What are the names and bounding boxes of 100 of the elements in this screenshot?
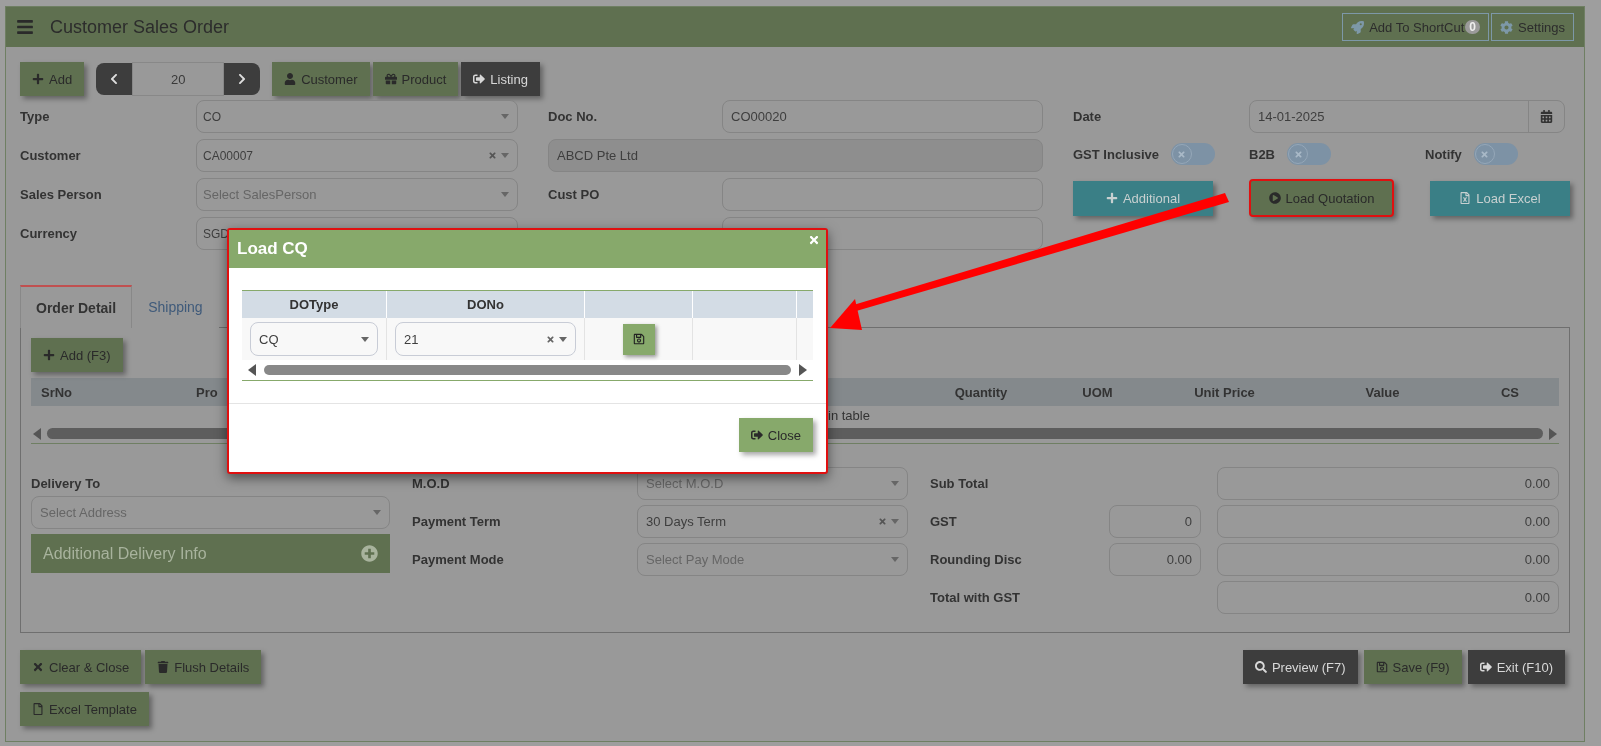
field-value: 0.00: [1523, 590, 1550, 605]
amount-field[interactable]: 0.00: [1217, 543, 1559, 576]
field-value: CO00020: [731, 109, 788, 124]
column-header: SrNo: [40, 384, 74, 400]
menu-icon[interactable]: [16, 18, 34, 36]
caret-icon: [891, 481, 899, 486]
sign-out-icon: [1479, 661, 1492, 673]
close-button[interactable]: Close: [738, 418, 813, 452]
field-label: Date: [1073, 109, 1103, 124]
field-value: 0: [1183, 514, 1192, 529]
caret-icon: [559, 336, 567, 342]
clear-icon[interactable]: [546, 334, 555, 344]
select-value: 30 Days Term: [646, 514, 727, 529]
bar-title: Additional Delivery Info: [43, 544, 207, 563]
add-to-shortcut-button[interactable]: Add To ShortCut 0: [1342, 13, 1489, 41]
field-label: Payment Term: [412, 514, 502, 529]
toggle-switch[interactable]: [1287, 143, 1331, 165]
sign-out-icon: [473, 73, 486, 85]
toolbar-button[interactable]: Customer: [272, 62, 370, 96]
toolbar-button[interactable]: Listing: [461, 62, 540, 96]
toggle-label: GST Inclusive: [1073, 146, 1159, 162]
field-label: Rounding Disc: [930, 552, 1023, 567]
column-header: UOM: [1081, 384, 1114, 400]
settings-icon: [1500, 20, 1513, 34]
x-icon: [1177, 149, 1187, 159]
select-value: 21: [404, 331, 420, 347]
clear-icon[interactable]: [878, 517, 887, 526]
text-field[interactable]: CO00020: [722, 100, 1043, 133]
field-value: 0.00: [1523, 514, 1550, 529]
tab[interactable]: Order Detail: [20, 285, 133, 328]
column-header: Value: [1364, 384, 1401, 400]
select-value: CA00007: [203, 148, 255, 163]
record-number-field[interactable]: 20: [132, 62, 225, 96]
footer-button[interactable]: Clear & Close: [20, 650, 142, 684]
rate-field[interactable]: 0.00: [1109, 543, 1201, 576]
search-icon: [1254, 661, 1267, 673]
toggle-switch[interactable]: [1171, 143, 1215, 165]
date-field[interactable]: 14-01-2025: [1249, 100, 1565, 133]
footer-button[interactable]: Save (F9): [1363, 650, 1462, 684]
select-field[interactable]: CA00007: [196, 139, 518, 172]
trash-icon: [157, 661, 170, 673]
toolbar-button[interactable]: Product: [372, 62, 459, 96]
footer-button[interactable]: Excel Template: [20, 692, 149, 726]
caret-icon: [891, 557, 899, 562]
clear-icon[interactable]: [488, 151, 497, 160]
field-label: Type: [20, 109, 51, 124]
caret-icon: [501, 153, 509, 158]
sign-out-icon: [750, 429, 763, 441]
field-label: Doc No.: [548, 109, 599, 124]
column-header: Quantity: [953, 384, 1009, 400]
amount-field[interactable]: 0.00: [1217, 581, 1559, 614]
additional-delivery-info-bar[interactable]: Additional Delivery Info: [31, 534, 390, 573]
footer-button[interactable]: Exit (F10): [1467, 650, 1565, 684]
field-label: Sales Person: [20, 187, 103, 202]
save-icon: [632, 333, 645, 345]
field-value: 0.00: [1165, 552, 1192, 567]
previous-button[interactable]: [96, 63, 133, 95]
date-value: 14-01-2025: [1258, 109, 1326, 124]
field-label: Delivery To: [31, 476, 102, 491]
excel-file-icon: [1459, 192, 1472, 204]
caret-icon: [373, 510, 381, 515]
caret-icon: [501, 192, 509, 197]
save-button[interactable]: [622, 323, 655, 355]
select-field[interactable]: 30 Days Term: [637, 505, 908, 538]
footer-button[interactable]: Preview (F7): [1242, 650, 1358, 684]
x-icon: [1480, 149, 1490, 159]
settings-button[interactable]: Settings: [1491, 13, 1574, 41]
field-label: M.O.D: [412, 476, 451, 491]
select-value: CO: [203, 109, 222, 124]
dialog-title: Load CQ: [237, 239, 308, 259]
select-field[interactable]: 21: [395, 322, 576, 356]
plus-icon: [1105, 192, 1118, 204]
action-button[interactable]: Load Quotation: [1249, 179, 1394, 217]
user-icon: [284, 73, 297, 85]
field-label: Total with GST: [930, 590, 1022, 605]
x-icon: [1293, 149, 1303, 159]
amount-field[interactable]: 0.00: [1217, 467, 1559, 500]
add-row-button[interactable]: Add (F3): [31, 338, 123, 372]
rate-field[interactable]: 0: [1109, 505, 1201, 538]
action-button[interactable]: Additional: [1073, 180, 1213, 216]
field-label: Cust PO: [548, 187, 601, 202]
plus-icon: [43, 349, 55, 361]
caret-icon: [891, 519, 899, 524]
action-button[interactable]: Load Excel: [1430, 180, 1570, 216]
field-value: 0.00: [1523, 476, 1550, 491]
add-button[interactable]: Add: [20, 62, 85, 96]
toggle-label: B2B: [1249, 146, 1275, 162]
amount-field[interactable]: 0.00: [1217, 505, 1559, 538]
calendar-icon: [1540, 110, 1553, 123]
field-label: Sub Total: [930, 476, 990, 491]
footer-button[interactable]: Flush Details: [145, 650, 262, 684]
select-field[interactable]: CO: [196, 100, 518, 133]
plus-icon: [32, 73, 44, 85]
play-icon: [1268, 192, 1281, 204]
select-field[interactable]: CQ: [250, 322, 378, 356]
close-icon[interactable]: [808, 234, 820, 246]
next-button[interactable]: [224, 63, 261, 95]
field-label: GST: [930, 514, 958, 529]
field-label: Currency: [20, 226, 79, 241]
close-icon: [32, 661, 44, 673]
